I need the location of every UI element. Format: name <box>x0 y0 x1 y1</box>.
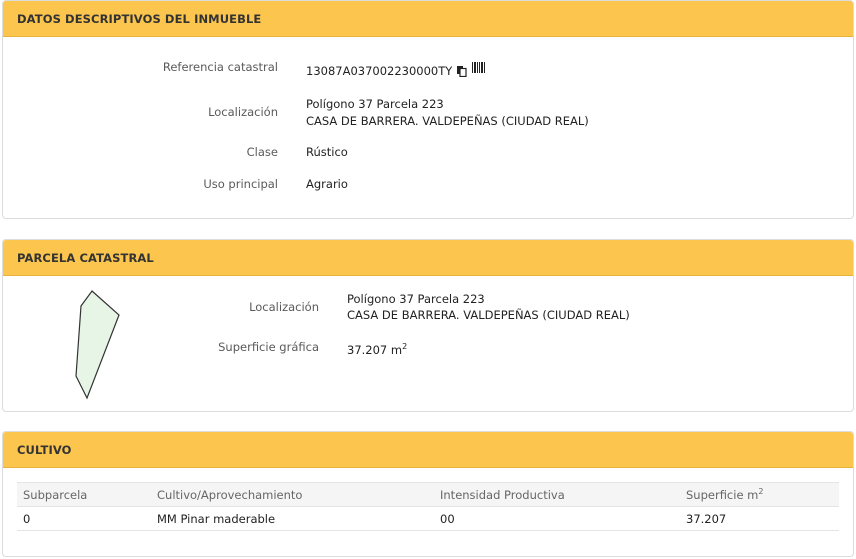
parcela-shape[interactable] <box>71 288 131 400</box>
ref-catastral-value: 13087A037002230000TY <box>306 64 453 78</box>
col-cultivo: Cultivo/Aprovechamiento <box>151 482 434 507</box>
col-intensidad-label: Intensidad Productiva <box>440 487 565 502</box>
table-row: 0 MM Pinar maderable 00 37.207 <box>17 506 839 531</box>
cultivo-panel: CULTIVO Subparcela Cultivo/Aprovechamien… <box>2 431 854 557</box>
cell-subparcela: 0 <box>17 506 151 531</box>
superficie-grafica-label: Superficie gráfica <box>218 340 319 354</box>
cell-superficie: 37.207 <box>680 506 839 531</box>
cultivo-table: Subparcela Cultivo/Aprovechamiento Inten… <box>17 482 839 531</box>
clase-value: Rústico <box>306 145 348 159</box>
uso-principal-label: Uso principal <box>203 177 278 191</box>
localizacion-line2: CASA DE BARRERA. VALDEPEÑAS (CIUDAD REAL… <box>306 114 589 128</box>
localizacion-label: Localización <box>208 105 278 119</box>
superficie-grafica-value-wrap: 37.207 m2 <box>347 339 407 358</box>
parcela-catastral-panel: PARCELA CATASTRAL Localización Polígono … <box>2 239 854 412</box>
datos-descriptivos-title: DATOS DESCRIPTIVOS DEL INMUEBLE <box>3 1 853 37</box>
cultivo-title: CULTIVO <box>3 432 853 468</box>
clase-label: Clase <box>246 145 278 159</box>
parcela-localizacion-label: Localización <box>249 300 319 314</box>
col-intensidad: Intensidad Productiva <box>434 482 680 507</box>
uso-principal-value: Agrario <box>306 177 348 191</box>
ref-catastral-label: Referencia catastral <box>162 60 278 74</box>
datos-descriptivos-panel: DATOS DESCRIPTIVOS DEL INMUEBLE Referenc… <box>2 0 854 219</box>
col-superficie-exponent: 2 <box>758 487 764 497</box>
ref-catastral-value-wrap: 13087A037002230000TY <box>306 63 467 79</box>
parcela-localizacion-line2: CASA DE BARRERA. VALDEPEÑAS (CIUDAD REAL… <box>347 308 630 322</box>
copy-icon[interactable] <box>456 65 467 77</box>
col-subparcela: Subparcela <box>17 482 151 507</box>
cell-intensidad: 00 <box>434 506 680 531</box>
parcela-localizacion-line1: Polígono 37 Parcela 223 <box>347 292 485 306</box>
barcode-icon[interactable] <box>472 62 486 73</box>
parcela-catastral-title: PARCELA CATASTRAL <box>3 240 853 276</box>
cell-cultivo: MM Pinar maderable <box>151 506 434 531</box>
superficie-grafica-value: 37.207 m <box>347 342 403 357</box>
col-superficie-label: Superficie m <box>686 487 759 502</box>
cultivo-header-row: Subparcela Cultivo/Aprovechamiento Inten… <box>17 482 839 507</box>
superficie-unit-exponent: 2 <box>402 342 408 351</box>
col-superficie: Superficie m2 <box>680 482 839 507</box>
localizacion-line1: Polígono 37 Parcela 223 <box>306 97 444 111</box>
